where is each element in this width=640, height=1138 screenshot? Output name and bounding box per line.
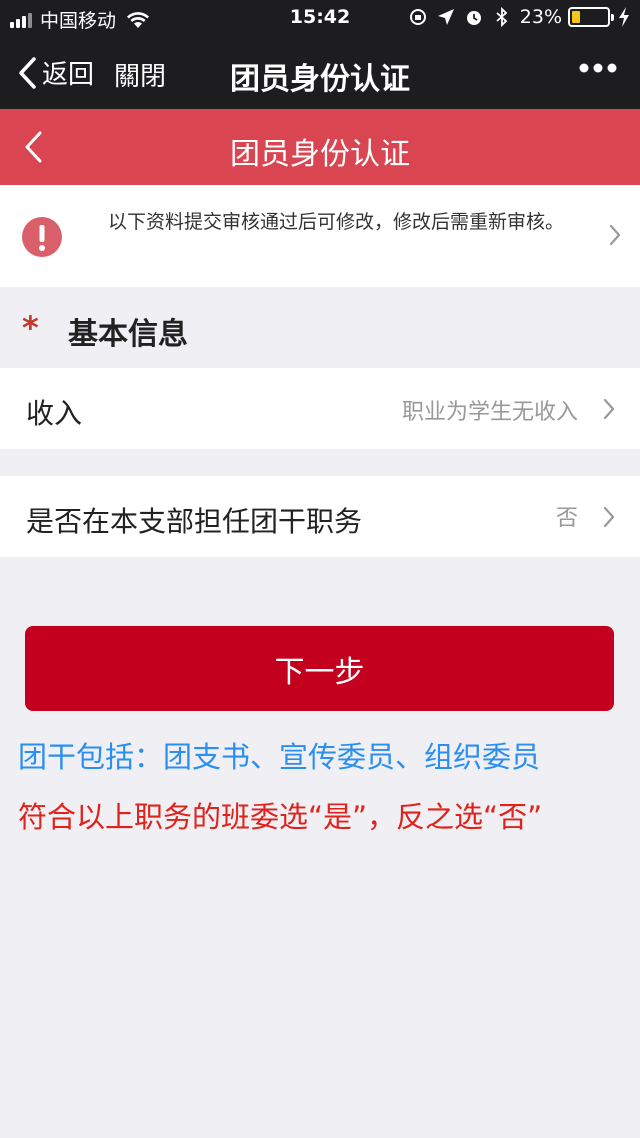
battery-percent: 23% (519, 6, 562, 28)
annotation-cadre-definition: 团干包括：团支书、宣传委员、组织委员 (18, 740, 541, 774)
wechat-title: 团员身份认证 (230, 62, 410, 97)
required-mark: * (22, 309, 39, 347)
annotation-instruction: 符合以上职务的班委选“是”，反之选“否” (18, 800, 543, 834)
battery-fill (572, 11, 580, 23)
league-cadre-label: 是否在本支部担任团干职务 (26, 505, 363, 538)
battery-icon (568, 7, 614, 27)
status-bar: 中国移动 15:42 23% (0, 0, 640, 36)
notice-text: 以下资料提交审核通过后可修改，修改后需重新审核。 (108, 211, 565, 233)
league-cadre-row[interactable]: 是否在本支部担任团干职务 否 (0, 476, 640, 557)
page-header: 团员身份认证 (0, 109, 640, 185)
bluetooth-icon (496, 7, 508, 27)
chevron-right-icon (609, 224, 621, 246)
wechat-nav-bar: 返回 關閉 团员身份认证 (0, 36, 640, 109)
chevron-right-icon (603, 398, 615, 420)
income-row[interactable]: 收入 职业为学生无收入 (0, 368, 640, 449)
section-title: 基本信息 (68, 317, 188, 352)
orientation-lock-icon (409, 9, 426, 25)
more-icon[interactable] (578, 58, 618, 78)
income-value: 职业为学生无收入 (401, 400, 578, 425)
page-title: 团员身份认证 (230, 137, 410, 172)
status-right: 23% (408, 6, 630, 28)
chevron-right-icon (603, 506, 615, 528)
alarm-icon (466, 11, 481, 25)
notice-banner[interactable]: 以下资料提交审核通过后可修改，修改后需重新审核。 (0, 185, 640, 287)
next-step-button[interactable]: 下一步 (25, 626, 614, 711)
league-cadre-value: 否 (555, 506, 578, 531)
section-header: * 基本信息 (0, 287, 640, 368)
charging-icon (619, 7, 629, 27)
income-label: 收入 (26, 397, 83, 430)
location-icon (437, 9, 454, 25)
alert-icon (22, 217, 62, 257)
